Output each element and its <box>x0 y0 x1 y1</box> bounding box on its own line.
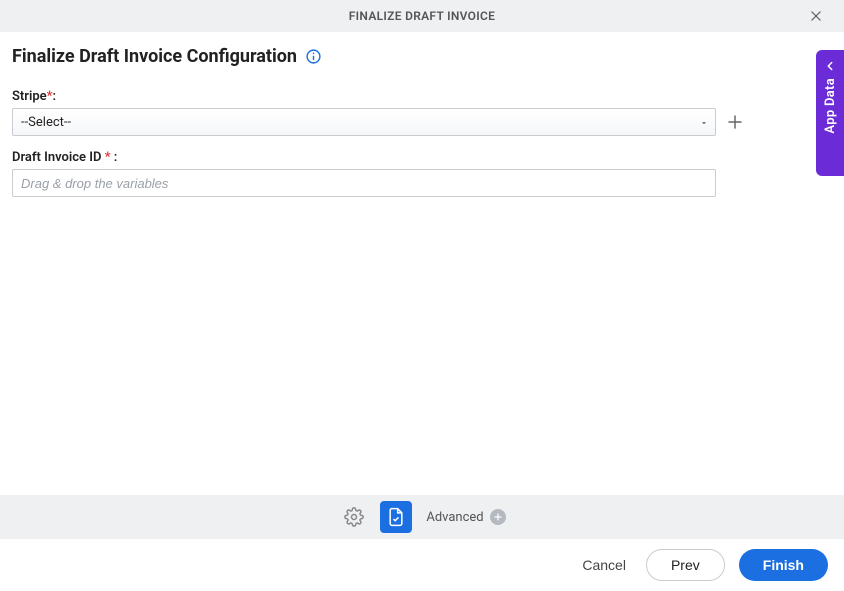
draft-invoice-input[interactable] <box>12 169 716 197</box>
bottom-toolbar: Advanced <box>0 495 844 539</box>
stripe-select-value: --Select-- <box>21 115 71 130</box>
add-stripe-icon[interactable] <box>726 113 744 131</box>
page-title-row: Finalize Draft Invoice Configuration <box>12 46 832 67</box>
finish-button[interactable]: Finish <box>739 549 828 581</box>
stripe-label-text: Stripe <box>12 89 47 104</box>
close-icon[interactable] <box>804 4 828 28</box>
stripe-colon: : <box>53 89 57 104</box>
field-draft-invoice: Draft Invoice ID * : <box>12 150 832 197</box>
stripe-select[interactable]: --Select-- <box>12 108 716 136</box>
draft-invoice-label-text: Draft Invoice ID <box>12 150 105 165</box>
chevron-left-icon <box>823 58 837 72</box>
advanced-label: Advanced <box>426 510 483 525</box>
modal-header: FINALIZE DRAFT INVOICE <box>0 0 844 32</box>
prev-button[interactable]: Prev <box>646 549 725 581</box>
footer-bar: Cancel Prev Finish <box>0 539 844 591</box>
app-data-label: App Data <box>823 78 838 134</box>
app-data-tab[interactable]: App Data <box>816 50 844 176</box>
content-area: Finalize Draft Invoice Configuration Str… <box>0 32 844 495</box>
stripe-label: Stripe*: <box>12 89 832 104</box>
stripe-select-row: --Select-- <box>12 108 744 136</box>
draft-invoice-label: Draft Invoice ID * : <box>12 150 832 165</box>
info-icon[interactable] <box>305 48 322 65</box>
chevron-down-icon <box>699 117 709 127</box>
draft-invoice-colon: : <box>111 150 118 165</box>
field-stripe: Stripe*: --Select-- <box>12 89 832 136</box>
cancel-button[interactable]: Cancel <box>576 549 632 581</box>
document-icon[interactable] <box>380 501 412 533</box>
plus-circle-icon <box>490 509 506 525</box>
modal-title: FINALIZE DRAFT INVOICE <box>349 9 495 23</box>
advanced-toggle[interactable]: Advanced <box>426 509 505 525</box>
settings-icon[interactable] <box>338 501 370 533</box>
page-title: Finalize Draft Invoice Configuration <box>12 46 297 67</box>
